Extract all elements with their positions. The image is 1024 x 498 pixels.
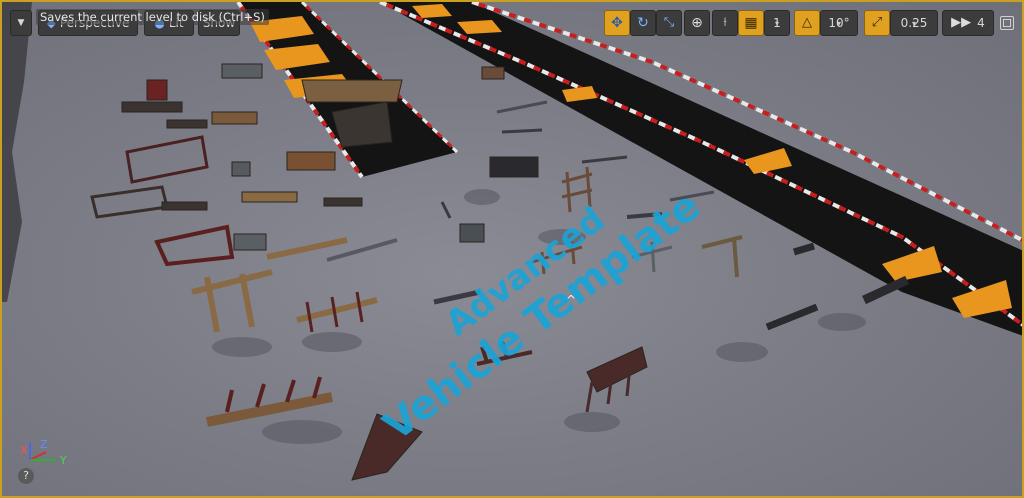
- rotation-snap-button[interactable]: △: [794, 10, 820, 36]
- help-icon[interactable]: ?: [18, 468, 34, 484]
- world-local-icon: ⊕: [691, 15, 703, 31]
- rotation-snap-icon: △: [802, 15, 812, 30]
- scale-icon: ⤡: [663, 15, 675, 30]
- scale-button[interactable]: ⤡: [656, 10, 682, 36]
- grid-snap-button[interactable]: ▦: [738, 10, 764, 36]
- scale-snap-value[interactable]: 0.25 ▾: [890, 10, 938, 36]
- grid-snap-icon: ▦: [744, 15, 758, 31]
- scene-render: Advanced Vehicle Template ^ Z X Y: [2, 2, 1022, 481]
- surface-snap-icon: ⟊: [723, 15, 727, 30]
- rotation-snap-caret: ▾: [836, 19, 841, 28]
- gizmo-y-label: Y: [59, 454, 67, 467]
- overlay-text-line2: Vehicle Template: [375, 183, 709, 450]
- gizmo-z-label: Z: [40, 438, 48, 451]
- rock-edge: [2, 2, 32, 302]
- grid-snap-caret: ▾: [774, 19, 779, 28]
- rotation-snap-value[interactable]: 10° ▾: [820, 10, 858, 36]
- surface-snap-button[interactable]: ⟊: [712, 10, 738, 36]
- scale-snap-button[interactable]: ⤢: [864, 10, 890, 36]
- save-tooltip: Saves the current level to disk (Ctrl+S): [36, 9, 269, 25]
- axis-gizmo: Z X Y: [20, 438, 67, 467]
- translate-button[interactable]: ✥: [604, 10, 630, 36]
- camera-speed-button[interactable]: ▶▶ 4: [942, 10, 994, 36]
- level-viewport[interactable]: Advanced Vehicle Template ^ Z X Y ? ▼ ◆ …: [0, 0, 1024, 498]
- scale-snap-caret: ▾: [911, 19, 916, 28]
- gizmo-x-label: X: [20, 444, 28, 457]
- camera-speed-icon: ▶▶: [951, 15, 972, 30]
- translate-icon: ✥: [611, 15, 623, 31]
- scale-snap-icon: ⤢: [871, 15, 883, 30]
- maximize-button[interactable]: [1000, 16, 1014, 30]
- camera-speed-value: 4: [977, 16, 985, 30]
- rotate-icon: ↻: [637, 15, 649, 31]
- grid-snap-value[interactable]: 1 ▾: [764, 10, 790, 36]
- menu-chevron-icon: ▼: [17, 18, 25, 28]
- world-local-button[interactable]: ⊕: [684, 10, 710, 36]
- viewport-menu-button[interactable]: ▼: [10, 10, 32, 36]
- mouse-cursor: ^: [566, 293, 576, 307]
- maximize-icon: [1003, 19, 1011, 27]
- rotate-button[interactable]: ↻: [630, 10, 656, 36]
